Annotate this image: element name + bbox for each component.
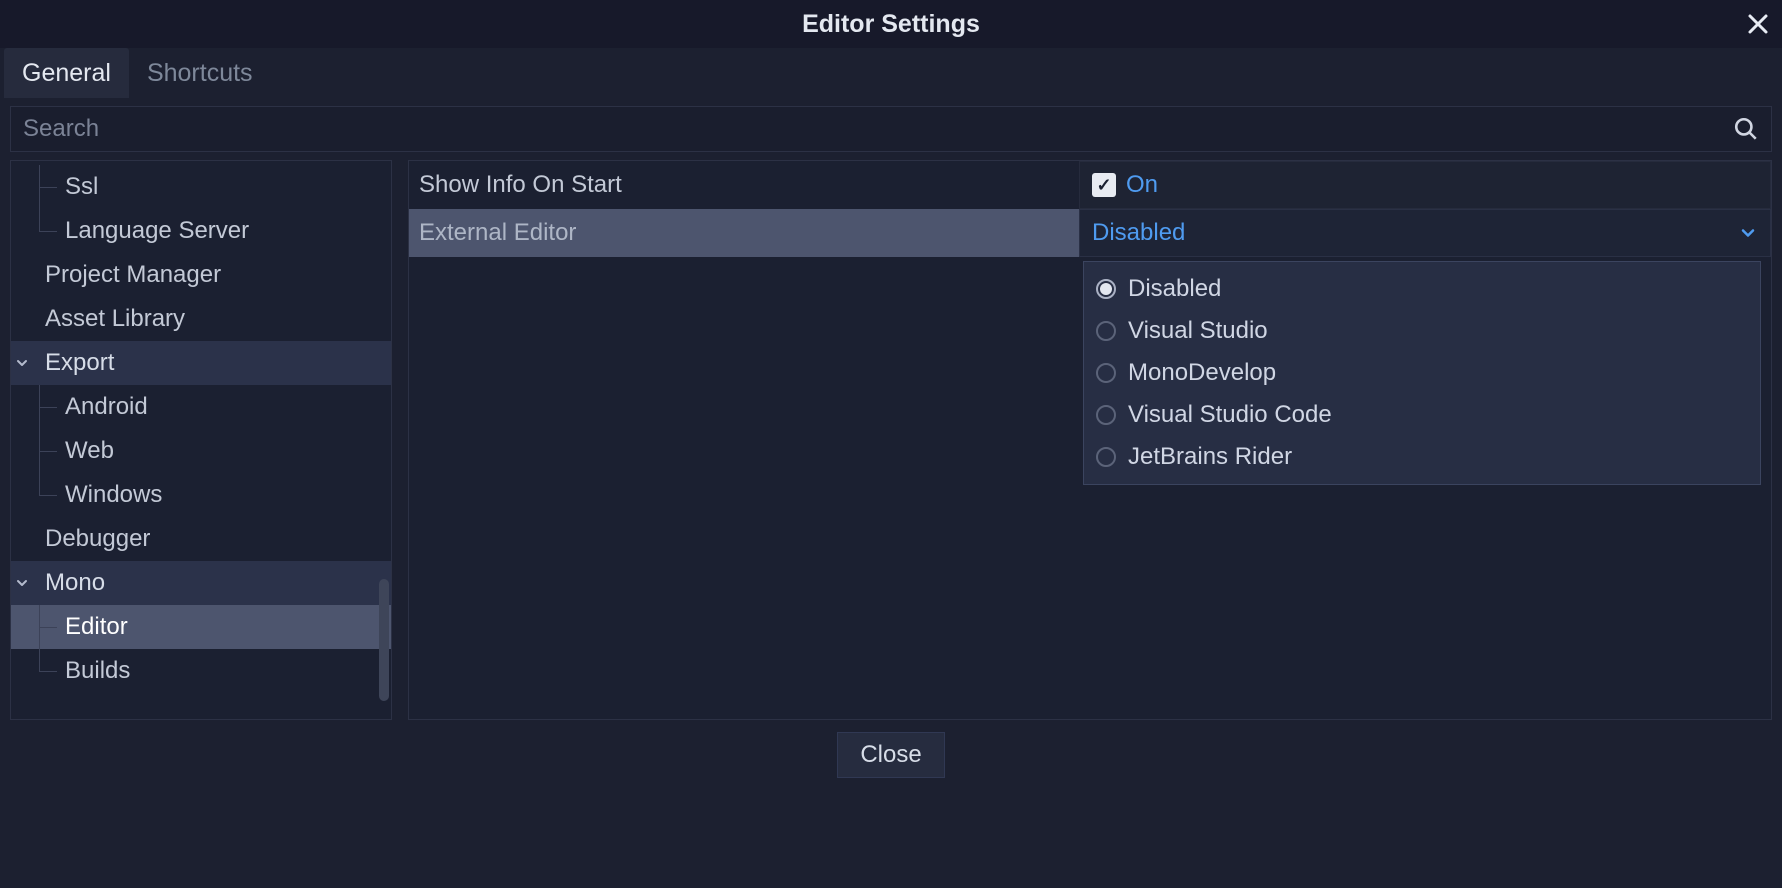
chevron-down-icon xyxy=(11,355,33,371)
checkbox-label: On xyxy=(1126,171,1158,199)
settings-panel: Show Info On Start ✓ On External Editor … xyxy=(408,160,1772,720)
radio-icon xyxy=(1096,321,1116,341)
tree-item-label: Android xyxy=(65,393,148,421)
radio-icon xyxy=(1096,363,1116,383)
tree-item[interactable]: Builds xyxy=(11,649,391,693)
dropdown-trigger[interactable]: Disabled xyxy=(1079,209,1771,257)
dropdown-option-label: Visual Studio Code xyxy=(1128,401,1332,429)
search-bar xyxy=(10,106,1772,152)
dropdown-option-label: Visual Studio xyxy=(1128,317,1268,345)
setting-label: Show Info On Start xyxy=(409,161,1079,209)
footer: Close xyxy=(0,720,1782,790)
tree-item[interactable]: Debugger xyxy=(11,517,391,561)
setting-label: External Editor xyxy=(409,209,1079,257)
tree-branch xyxy=(25,473,65,517)
tree-item-label: Web xyxy=(65,437,114,465)
dropdown-option[interactable]: Visual Studio Code xyxy=(1084,394,1760,436)
tree-item-label: Editor xyxy=(65,613,128,641)
radio-icon xyxy=(1096,405,1116,425)
close-icon[interactable] xyxy=(1746,12,1770,36)
tree-item-label: Mono xyxy=(33,569,105,597)
tree-item[interactable]: Web xyxy=(11,429,391,473)
setting-value[interactable]: ✓ On xyxy=(1079,161,1771,209)
tree-branch xyxy=(25,429,65,473)
tree-item[interactable]: Windows xyxy=(11,473,391,517)
dropdown-option-label: JetBrains Rider xyxy=(1128,443,1292,471)
tree-item-label: Ssl xyxy=(65,173,98,201)
external-editor-dropdown: Disabled Visual Studio MonoDevelop Visual S… xyxy=(1083,261,1761,485)
tree-item-label: Windows xyxy=(65,481,162,509)
chevron-down-icon xyxy=(1738,223,1758,243)
radio-icon xyxy=(1096,447,1116,467)
tree-item-label: Language Server xyxy=(65,217,249,245)
tree-branch xyxy=(25,165,65,209)
category-tree: Ssl Language Server Project Manager Asset L… xyxy=(10,160,392,720)
tree-item[interactable]: Asset Library xyxy=(11,297,391,341)
dropdown-option-label: MonoDevelop xyxy=(1128,359,1276,387)
tree-branch xyxy=(25,605,65,649)
setting-external-editor: External Editor Disabled xyxy=(409,209,1771,257)
dropdown-option[interactable]: Disabled xyxy=(1084,268,1760,310)
dropdown-option[interactable]: Visual Studio xyxy=(1084,310,1760,352)
tree-item[interactable]: Export xyxy=(11,341,391,385)
chevron-down-icon xyxy=(11,575,33,591)
scrollbar[interactable] xyxy=(379,579,389,701)
tree-item[interactable]: Language Server xyxy=(11,209,391,253)
titlebar: Editor Settings xyxy=(0,0,1782,48)
tree-item-label: Asset Library xyxy=(11,305,185,333)
tree-item-label: Export xyxy=(33,349,114,377)
tree-item[interactable]: Project Manager xyxy=(11,253,391,297)
window-title: Editor Settings xyxy=(802,10,980,39)
tree-branch xyxy=(25,385,65,429)
tab-shortcuts[interactable]: Shortcuts xyxy=(129,48,271,98)
setting-show-info-on-start: Show Info On Start ✓ On xyxy=(409,161,1771,209)
tabs: General Shortcuts xyxy=(0,48,1782,98)
tree-branch xyxy=(25,209,65,253)
dropdown-option[interactable]: JetBrains Rider xyxy=(1084,436,1760,478)
tab-general[interactable]: General xyxy=(4,48,129,98)
search-input[interactable] xyxy=(23,115,1733,143)
dropdown-option-label: Disabled xyxy=(1128,275,1221,303)
checkbox-icon[interactable]: ✓ xyxy=(1092,173,1116,197)
tree-item[interactable]: Editor xyxy=(11,605,391,649)
search-icon[interactable] xyxy=(1733,116,1759,142)
radio-icon xyxy=(1096,279,1116,299)
close-button[interactable]: Close xyxy=(837,732,944,778)
tree-branch xyxy=(25,649,65,693)
tree-item[interactable]: Mono xyxy=(11,561,391,605)
tree-item-label: Project Manager xyxy=(11,261,221,289)
tree-item-label: Debugger xyxy=(11,525,150,553)
tree-item[interactable]: Android xyxy=(11,385,391,429)
tree-item-label: Builds xyxy=(65,657,130,685)
dropdown-value: Disabled xyxy=(1092,219,1185,247)
dropdown-option[interactable]: MonoDevelop xyxy=(1084,352,1760,394)
tree-item[interactable]: Ssl xyxy=(11,165,391,209)
